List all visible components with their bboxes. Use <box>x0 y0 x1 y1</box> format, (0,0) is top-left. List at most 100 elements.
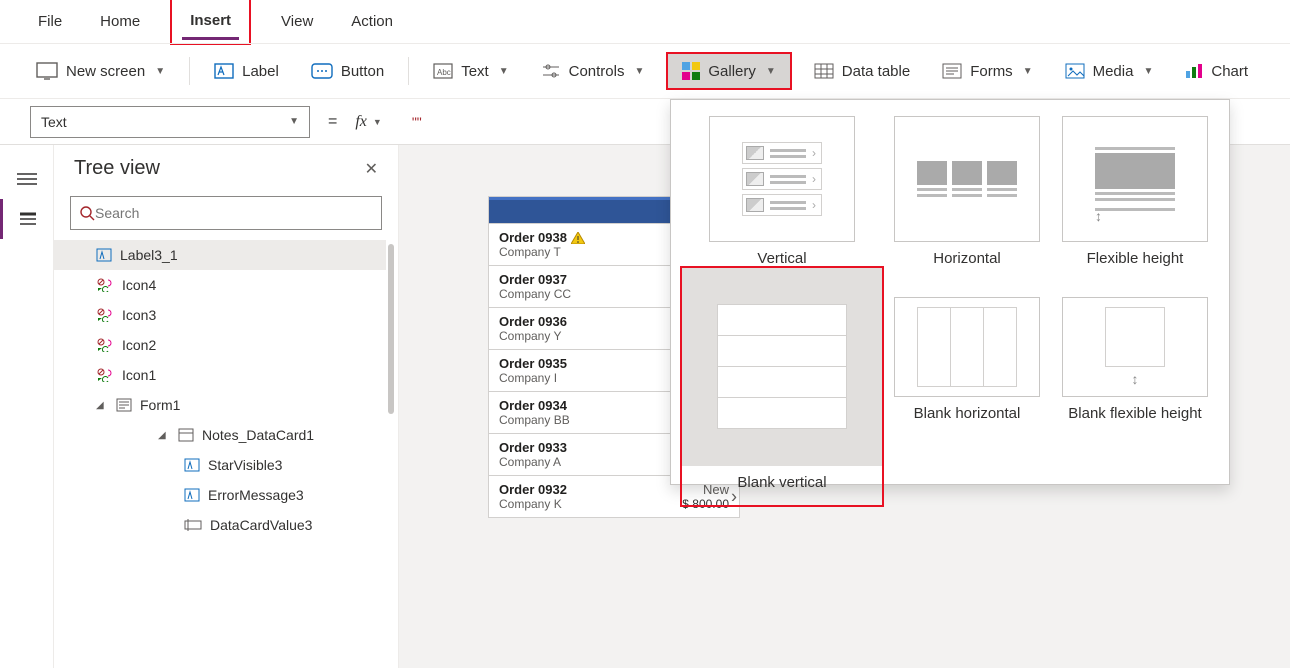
hamburger-icon[interactable] <box>0 159 54 199</box>
leftbar <box>0 145 54 668</box>
gallery-dropdown: › › › Vertical Horizontal ↕ Flexible hei… <box>670 99 1230 485</box>
tree-item-errormessage3[interactable]: ErrorMessage3 <box>54 480 386 510</box>
sync-icon <box>96 278 114 292</box>
ribbon-datatable-label: Data table <box>842 63 910 80</box>
menu-file[interactable]: File <box>30 5 70 38</box>
forms-icon <box>942 63 962 79</box>
tree-title: Tree view <box>74 157 160 180</box>
order-id: Order 0933 <box>499 440 567 455</box>
gallery-opt-vertical[interactable]: › › › Vertical <box>681 110 883 267</box>
tree-item-label: Icon1 <box>122 367 156 383</box>
ribbon-button[interactable]: Button <box>301 57 394 86</box>
label-icon <box>96 248 112 262</box>
chevron-down-icon: ▼ <box>373 117 382 127</box>
gallery-thumb-blank-vertical <box>682 268 882 466</box>
textbox-icon <box>184 518 202 532</box>
ribbon-label[interactable]: Label <box>204 57 289 86</box>
order-company: Company T <box>499 245 561 259</box>
screen-icon <box>36 62 58 80</box>
chevron-down-icon: ▼ <box>155 66 165 77</box>
gallery-thumb-flexible: ↕ <box>1062 116 1208 242</box>
menu-insert[interactable]: Insert <box>182 2 239 40</box>
sync-icon <box>96 308 114 322</box>
close-icon[interactable]: ✕ <box>365 159 378 179</box>
ribbon-chart[interactable]: Chart <box>1175 57 1258 86</box>
chevron-down-icon: ▼ <box>499 66 509 77</box>
gallery-thumb-blank-flexible: ↕ <box>1062 297 1208 397</box>
data-table-icon <box>814 63 834 79</box>
order-company: Company K <box>499 497 562 511</box>
tree-item-icon2[interactable]: Icon2 <box>54 330 386 360</box>
tree-item-notes-datacard1[interactable]: ◢ Notes_DataCard1 <box>54 420 386 450</box>
form-icon <box>116 398 132 412</box>
property-selector[interactable]: Text ▼ <box>30 106 310 138</box>
gallery-thumb-horizontal <box>894 116 1040 242</box>
chevron-down-icon: ▼ <box>1023 66 1033 77</box>
ribbon-text[interactable]: Abc Text ▼ <box>423 57 518 86</box>
chevron-down-icon: ▼ <box>634 66 644 77</box>
order-company: Company A <box>499 455 561 469</box>
tree-item-icon1[interactable]: Icon1 <box>54 360 386 390</box>
gallery-label: Horizontal <box>933 250 1001 267</box>
gallery-opt-blank-flexible[interactable]: ↕ Blank flexible height <box>1051 267 1219 506</box>
ribbon-media-label: Media <box>1093 63 1134 80</box>
fx-label: fx <box>355 113 367 131</box>
chart-icon <box>1185 63 1203 79</box>
tree-item-label: ErrorMessage3 <box>208 487 304 503</box>
property-selector-value: Text <box>41 114 67 130</box>
formula-value[interactable]: "" <box>412 114 422 130</box>
tree-panel: Tree view ✕ Label3_1 Icon4 Ic <box>54 145 399 668</box>
tree-item-label: Form1 <box>140 397 180 413</box>
gallery-opt-blank-horizontal[interactable]: Blank horizontal <box>883 267 1051 506</box>
ribbon-forms[interactable]: Forms ▼ <box>932 57 1042 86</box>
button-icon <box>311 63 333 79</box>
text-icon: Abc <box>433 63 453 79</box>
tree-item-label3-1[interactable]: Label3_1 <box>54 240 386 270</box>
ribbon-data-table[interactable]: Data table <box>804 57 920 86</box>
scrollbar[interactable] <box>388 244 394 414</box>
gallery-label: Vertical <box>757 250 806 267</box>
tree-item-form1[interactable]: ◢ Form1 <box>54 390 386 420</box>
ribbon-button-text: Button <box>341 63 384 80</box>
tree-item-starvisible3[interactable]: StarVisible3 <box>54 450 386 480</box>
chevron-down-icon: ▼ <box>1143 66 1153 77</box>
tree-item-label: Icon2 <box>122 337 156 353</box>
tree-item-label: Icon3 <box>122 307 156 323</box>
label-icon <box>184 488 200 502</box>
gallery-opt-flexible-height[interactable]: ↕ Flexible height <box>1051 110 1219 267</box>
label-icon <box>214 63 234 79</box>
tree-item-icon4[interactable]: Icon4 <box>54 270 386 300</box>
warning-icon <box>571 232 585 244</box>
tree-item-label: StarVisible3 <box>208 457 282 473</box>
chevron-down-icon: ▼ <box>766 66 776 77</box>
menu-action[interactable]: Action <box>343 5 401 38</box>
fx-button[interactable]: fx ▼ <box>355 113 381 131</box>
tree-item-icon3[interactable]: Icon3 <box>54 300 386 330</box>
order-id: Order 0932 <box>499 482 567 497</box>
tree-item-label: Icon4 <box>122 277 156 293</box>
label-icon <box>184 458 200 472</box>
search-box[interactable] <box>70 196 382 230</box>
tree-item-datacardvalue3[interactable]: DataCardValue3 <box>54 510 386 540</box>
ribbon: New screen ▼ Label Button Abc Text ▼ Con… <box>0 43 1290 99</box>
search-input[interactable] <box>95 205 373 221</box>
menu-home[interactable]: Home <box>92 5 148 38</box>
gallery-label: Flexible height <box>1087 250 1184 267</box>
menu-view[interactable]: View <box>273 5 321 38</box>
order-company: Company I <box>499 371 557 385</box>
ribbon-controls[interactable]: Controls ▼ <box>531 57 655 86</box>
datacard-icon <box>178 428 194 442</box>
ribbon-new-screen[interactable]: New screen ▼ <box>26 56 175 86</box>
ribbon-text-label: Text <box>461 63 489 80</box>
gallery-opt-horizontal[interactable]: Horizontal <box>883 110 1051 267</box>
search-icon <box>79 205 95 221</box>
svg-text:Abc: Abc <box>437 68 451 77</box>
gallery-opt-blank-vertical[interactable]: Blank vertical <box>680 266 884 507</box>
ribbon-gallery[interactable]: Gallery ▼ <box>666 52 791 90</box>
ribbon-chart-label: Chart <box>1211 63 1248 80</box>
order-id: Order 0934 <box>499 398 567 413</box>
gallery-thumb-vertical: › › › <box>709 116 855 242</box>
ribbon-gallery-label: Gallery <box>708 63 756 80</box>
tree-view-icon[interactable] <box>0 199 54 239</box>
ribbon-media[interactable]: Media ▼ <box>1055 57 1164 86</box>
